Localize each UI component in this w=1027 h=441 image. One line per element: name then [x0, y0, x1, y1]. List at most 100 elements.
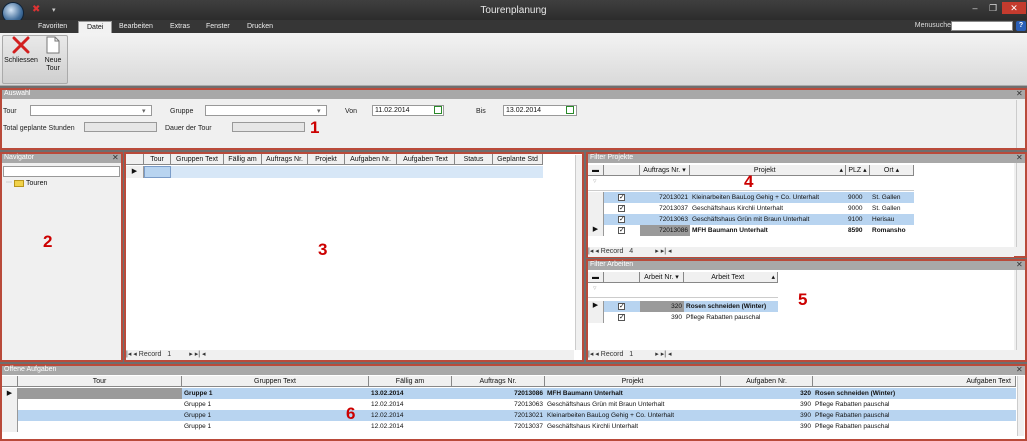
- pager-next-icon[interactable]: ▸: [655, 248, 659, 255]
- offene-aufgaben-close-icon[interactable]: ✕: [1016, 366, 1023, 374]
- offene-cell-tour[interactable]: [18, 388, 182, 399]
- window-close-icon[interactable]: ✕: [1002, 2, 1026, 14]
- projekte-row-1-checkbox[interactable]: ✓: [618, 194, 625, 201]
- offene-cell-gruppe: Gruppe 1: [184, 401, 212, 408]
- offene-cell-faellig: 13.02.2014: [371, 390, 404, 397]
- col-projekt[interactable]: Projekt: [308, 154, 345, 165]
- projekte-row-current-icon[interactable]: ▶: [588, 225, 604, 236]
- pager-last-icon[interactable]: ▸|: [661, 351, 666, 358]
- tour-dropdown-icon[interactable]: ▾: [142, 107, 146, 115]
- offene-row-ind: [2, 410, 18, 421]
- auswahl-scrollbar[interactable]: [1016, 100, 1024, 148]
- projekte-scrollbar[interactable]: [1016, 163, 1024, 247]
- arbeiten-filter-row[interactable]: ▿: [588, 284, 778, 298]
- col-status[interactable]: Status: [455, 154, 493, 165]
- col-faellig-am[interactable]: Fällig am: [224, 154, 262, 165]
- col-auftrags-nr[interactable]: Auftrags Nr.: [262, 154, 308, 165]
- navigator-search-input[interactable]: [3, 166, 120, 177]
- offene-col-aufg-nr[interactable]: Aufgaben Nr.: [721, 376, 813, 387]
- offene-cell-aufg-nr: 390: [800, 412, 811, 419]
- help-icon[interactable]: ?: [1016, 21, 1026, 31]
- pager-prev-icon[interactable]: ◂: [595, 248, 599, 255]
- projekte-col-projekt[interactable]: Projekt ▴: [690, 165, 846, 176]
- projekte-col-nr[interactable]: Auftrags Nr. ▾: [640, 165, 690, 176]
- tab-extras[interactable]: Extras: [162, 21, 198, 33]
- ribbon: [0, 33, 1027, 86]
- auswahl-close-icon[interactable]: ✕: [1016, 90, 1023, 98]
- offene-row-current-icon[interactable]: ▶: [2, 388, 18, 399]
- offene-col-gruppen-text[interactable]: Gruppen Text: [182, 376, 369, 387]
- tab-datei[interactable]: Datei: [78, 21, 113, 33]
- arbeiten-col-nr[interactable]: Arbeit Nr. ▾: [640, 272, 684, 283]
- arbeiten-col-text[interactable]: Arbeit Text ▴: [684, 272, 778, 283]
- projekte-col-plz[interactable]: PLZ ▴: [846, 165, 870, 176]
- pager-record-value[interactable]: 4: [625, 247, 653, 257]
- col-aufgaben-text[interactable]: Aufgaben Text: [397, 154, 455, 165]
- pager-next-icon[interactable]: ▸: [189, 351, 193, 358]
- filter-projekte-header: Filter Projekte: [588, 154, 1025, 163]
- projekte-row-2-checkbox[interactable]: ✓: [618, 205, 625, 212]
- offene-cell-aufg-text: Pflege Rabatten pauschal: [815, 423, 890, 430]
- col-gruppen-text[interactable]: Gruppen Text: [171, 154, 224, 165]
- projekte-cell-nr: 72013063: [659, 216, 688, 223]
- filter-arbeiten-close-icon[interactable]: ✕: [1016, 261, 1023, 269]
- pager-prev-icon[interactable]: ◂: [595, 351, 599, 358]
- pager-first-icon[interactable]: |◂: [126, 351, 131, 358]
- offene-col-tour[interactable]: Tour: [18, 376, 182, 387]
- quick-access-dropdown-icon[interactable]: ▾: [52, 6, 56, 14]
- tab-drucken[interactable]: Drucken: [239, 21, 281, 33]
- navigator-item-touren[interactable]: ⋯ Touren: [6, 178, 116, 189]
- arbeiten-row-1-checkbox[interactable]: ✓: [618, 303, 625, 310]
- pager-first-icon[interactable]: |◂: [588, 351, 593, 358]
- pager-record-value[interactable]: 1: [163, 350, 187, 360]
- gruppe-select[interactable]: [205, 105, 327, 116]
- schliessen-button[interactable]: Schliessen: [4, 36, 38, 76]
- restore-icon[interactable]: ❐: [984, 2, 1002, 14]
- pager-scroll-left-icon[interactable]: ◂: [668, 248, 672, 255]
- col-aufgaben-nr[interactable]: Aufgaben Nr.: [345, 154, 397, 165]
- arbeiten-row-2-checkbox[interactable]: ✓: [618, 314, 625, 321]
- col-geplante-std[interactable]: Geplante Std: [493, 154, 543, 165]
- pager-next-icon[interactable]: ▸: [655, 351, 659, 358]
- offene-col-nr[interactable]: Auftrags Nr.: [452, 376, 545, 387]
- pager-first-icon[interactable]: |◂: [588, 248, 593, 255]
- pager-record-label: Record: [600, 248, 624, 255]
- offene-col-aufg-text[interactable]: Aufgaben Text: [813, 376, 1016, 387]
- offene-col-faellig[interactable]: Fällig am: [369, 376, 452, 387]
- menusuche-input[interactable]: [951, 21, 1013, 31]
- pager-last-icon[interactable]: ▸|: [195, 351, 200, 358]
- tour-grid-new-row[interactable]: [171, 166, 543, 178]
- col-tour[interactable]: Tour: [144, 154, 171, 165]
- projekte-row-3-checkbox[interactable]: ✓: [618, 216, 625, 223]
- row-indicator-icon[interactable]: ▶: [126, 166, 144, 178]
- tab-favoriten[interactable]: Favoriten: [30, 21, 75, 33]
- arbeiten-scrollbar[interactable]: [1016, 270, 1024, 350]
- navigator-close-icon[interactable]: ✕: [112, 154, 119, 162]
- neue-tour-button[interactable]: Neue Tour: [40, 36, 66, 76]
- offene-cell-gruppe: Gruppe 1: [184, 412, 212, 419]
- pager-scroll-left-icon[interactable]: ◂: [668, 351, 672, 358]
- projekte-cell-projekt: Geschäftshaus Kirchli Unterhalt: [692, 205, 784, 212]
- offene-scrollbar[interactable]: [1017, 376, 1024, 436]
- gruppe-dropdown-icon[interactable]: ▾: [317, 107, 321, 115]
- tab-bearbeiten[interactable]: Bearbeiten: [111, 21, 161, 33]
- total-stunden-label: Total geplante Stunden: [3, 125, 75, 132]
- offene-cell-aufg-text: Pflege Rabatten pauschal: [815, 412, 890, 419]
- tour-grid-scrollbar[interactable]: [575, 155, 582, 350]
- von-calendar-icon[interactable]: [434, 106, 442, 114]
- projekte-col-ort[interactable]: Ort ▴: [870, 165, 914, 176]
- projekte-row-4-checkbox[interactable]: ✓: [618, 227, 625, 234]
- tour-grid-new-row-cell[interactable]: [144, 166, 171, 178]
- offene-col-projekt[interactable]: Projekt: [545, 376, 721, 387]
- tour-select[interactable]: [30, 105, 152, 116]
- filter-projekte-close-icon[interactable]: ✕: [1016, 154, 1023, 162]
- pager-scroll-left-icon[interactable]: ◂: [202, 351, 206, 358]
- arbeiten-row-current-icon[interactable]: ▶: [588, 301, 604, 312]
- pager-prev-icon[interactable]: ◂: [133, 351, 137, 358]
- quick-close-icon[interactable]: ✖: [32, 4, 40, 15]
- bis-calendar-icon[interactable]: [566, 106, 574, 114]
- pager-last-icon[interactable]: ▸|: [661, 248, 666, 255]
- pager-record-value[interactable]: 1: [625, 350, 653, 360]
- tab-fenster[interactable]: Fenster: [198, 21, 238, 33]
- minimize-icon[interactable]: –: [966, 2, 984, 14]
